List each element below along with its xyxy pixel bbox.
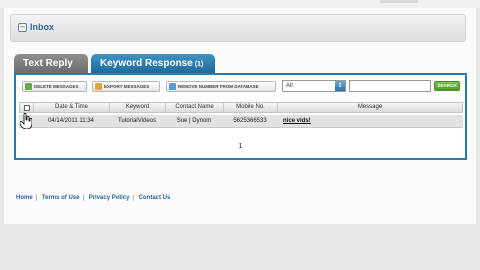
row-keyword: TutorialVideos xyxy=(117,118,157,124)
select-arrows-icon[interactable]: ⇕ xyxy=(335,81,345,91)
table-row[interactable]: 04/14/2011 11:34 TutorialVideos Sue | Dy… xyxy=(19,113,463,129)
footer-link-contact[interactable]: Contact Us xyxy=(139,195,171,201)
footer-separator: | xyxy=(82,195,85,201)
column-date[interactable]: Date & Time xyxy=(34,103,110,112)
select-all-checkbox[interactable] xyxy=(24,105,30,111)
delete-messages-label: DELETE MESSAGES xyxy=(34,84,79,89)
row-contact: Sue | Dynom xyxy=(176,118,212,124)
export-messages-label: EXPORT MESSAGES xyxy=(104,84,150,89)
footer-link-terms[interactable]: Terms of Use xyxy=(42,195,80,201)
export-messages-button[interactable]: EXPORT MESSAGES xyxy=(92,81,160,92)
column-message[interactable]: Message xyxy=(278,103,462,112)
tab-keyword-response-label: Keyword Response xyxy=(100,58,193,69)
tab-text-reply[interactable]: Text Reply xyxy=(14,54,88,73)
row-date: 04/14/2011 11:34 xyxy=(48,118,94,124)
footer-link-privacy[interactable]: Privacy Policy xyxy=(89,195,130,201)
remove-icon xyxy=(169,83,176,90)
inbox-header[interactable]: − Inbox xyxy=(10,14,466,42)
row-mobile: 5625366533 xyxy=(233,118,267,124)
messages-panel: DELETE MESSAGES EXPORT MESSAGES REMOVE N… xyxy=(14,73,467,160)
search-button[interactable]: SEARCH xyxy=(434,81,460,91)
search-input[interactable] xyxy=(349,80,431,92)
top-bar xyxy=(0,0,480,8)
collapse-icon[interactable]: − xyxy=(18,23,27,32)
footer-separator: | xyxy=(35,195,38,201)
page-number[interactable]: 1 xyxy=(239,143,243,150)
pagination: 1 xyxy=(16,143,465,150)
tab-text-reply-label: Text Reply xyxy=(23,58,73,69)
tab-keyword-response[interactable]: Keyword Response (1) xyxy=(91,54,215,73)
inbox-title: Inbox xyxy=(30,22,54,32)
footer-separator: | xyxy=(132,195,134,201)
message-link[interactable]: nice vids! xyxy=(283,118,311,124)
filter-select[interactable]: All ⇕ xyxy=(282,80,346,92)
mouse-cursor-icon xyxy=(20,113,32,129)
column-contact-name[interactable]: Contact Name xyxy=(166,103,224,112)
column-mobile[interactable]: Mobile No. xyxy=(224,103,278,112)
footer-link-home[interactable]: Home xyxy=(16,195,33,201)
table-header: Date & Time Keyword Contact Name Mobile … xyxy=(19,102,463,113)
remove-number-label: REMOVE NUMBER FROM DATABASE xyxy=(178,84,259,89)
delete-icon xyxy=(25,83,32,90)
delete-messages-button[interactable]: DELETE MESSAGES xyxy=(22,81,87,92)
footer-links: Home | Terms of Use | Privacy Policy | Cont… xyxy=(16,195,170,201)
tab-keyword-response-count: (1) xyxy=(194,61,204,68)
column-keyword[interactable]: Keyword xyxy=(110,103,166,112)
remove-number-button[interactable]: REMOVE NUMBER FROM DATABASE xyxy=(166,81,276,92)
select-all-cell xyxy=(20,103,34,112)
row-message: nice vids! xyxy=(277,115,461,128)
export-icon xyxy=(95,83,102,90)
filter-select-value: All xyxy=(286,83,293,89)
top-bar-tab[interactable] xyxy=(380,0,418,3)
search-button-label: SEARCH xyxy=(437,83,457,88)
